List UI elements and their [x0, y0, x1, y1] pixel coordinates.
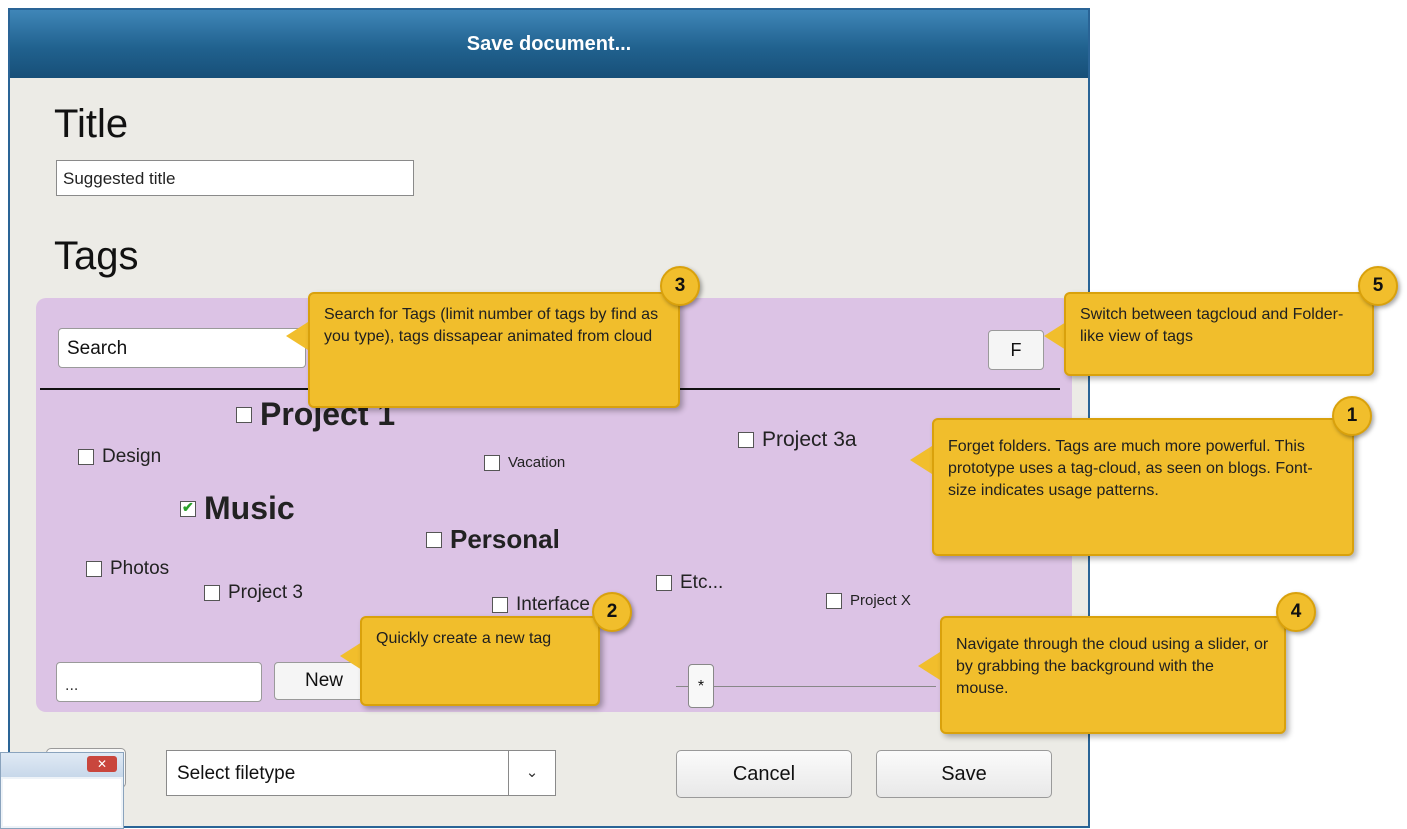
callout-pointer: [286, 322, 308, 350]
tag-interface[interactable]: Interface: [492, 594, 590, 616]
tag-search-input[interactable]: Search: [58, 328, 306, 368]
filetype-value: Select filetype: [177, 763, 296, 784]
title-heading: Title: [54, 102, 129, 146]
annotation-text: Search for Tags (limit number of tags by…: [324, 306, 659, 345]
annotation-badge-5: 5: [1358, 266, 1398, 306]
checkbox[interactable]: [426, 531, 442, 548]
tag-label: Photos: [110, 558, 170, 579]
tag-label: Project 3a: [762, 428, 857, 451]
checkbox[interactable]: [236, 406, 252, 423]
annotation-text: Navigate through the cloud using a slide…: [956, 636, 1269, 697]
tag-etc[interactable]: Etc...: [656, 572, 723, 594]
tag-project-3[interactable]: Project 3: [204, 582, 303, 604]
new-tag-input[interactable]: ...: [56, 662, 262, 702]
cloud-slider-thumb[interactable]: *: [688, 664, 714, 708]
checkbox[interactable]: [86, 561, 102, 577]
annotation-badge-2: 2: [592, 592, 632, 632]
checkbox[interactable]: [484, 454, 500, 471]
tag-label: Etc...: [680, 572, 724, 593]
close-icon[interactable]: ✕: [87, 756, 117, 772]
tag-music[interactable]: Music: [180, 490, 295, 527]
checkbox[interactable]: [826, 592, 842, 609]
annotation-badge-4: 4: [1276, 592, 1316, 632]
checkbox[interactable]: [656, 575, 672, 591]
tags-heading: Tags: [54, 234, 139, 278]
callout-pointer: [340, 642, 362, 670]
annotation-3: Search for Tags (limit number of tags by…: [308, 292, 680, 408]
checkbox[interactable]: [78, 449, 94, 465]
tag-personal[interactable]: Personal: [426, 524, 560, 555]
checkbox[interactable]: [204, 585, 220, 601]
tag-label: Interface: [516, 594, 590, 615]
checkbox[interactable]: [492, 597, 508, 613]
checkbox[interactable]: [738, 432, 754, 448]
background-window: ✕: [0, 752, 124, 829]
tag-label: Music: [204, 490, 295, 526]
checkbox-checked[interactable]: [180, 499, 196, 517]
annotation-text: Switch between tagcloud and Folder-like …: [1080, 306, 1344, 345]
chevron-down-icon[interactable]: ⌄: [508, 751, 555, 795]
background-window-titlebar: ✕: [1, 753, 123, 777]
tag-label: Vacation: [508, 454, 566, 471]
callout-pointer: [918, 652, 940, 680]
annotation-4: Navigate through the cloud using a slide…: [940, 616, 1286, 734]
annotation-5: Switch between tagcloud and Folder-like …: [1064, 292, 1374, 376]
tag-label: Project 3: [228, 582, 303, 603]
tag-photos[interactable]: Photos: [86, 558, 169, 580]
filetype-select[interactable]: Select filetype ⌄: [166, 750, 556, 796]
tag-design[interactable]: Design: [78, 446, 161, 468]
annotation-text: Quickly create a new tag: [376, 630, 552, 647]
tag-project-3a[interactable]: Project 3a: [738, 428, 857, 452]
cloud-slider-track[interactable]: [676, 686, 936, 687]
callout-pointer: [910, 446, 932, 474]
cancel-button[interactable]: Cancel: [676, 750, 852, 798]
annotation-1: Forget folders. Tags are much more power…: [932, 418, 1354, 556]
callout-pointer: [1044, 322, 1066, 350]
view-toggle-button[interactable]: F: [988, 330, 1044, 370]
tag-label: Project X: [850, 592, 911, 609]
tag-label: Personal: [450, 524, 560, 554]
title-input[interactable]: Suggested title: [56, 160, 414, 196]
annotation-badge-3: 3: [660, 266, 700, 306]
save-button[interactable]: Save: [876, 750, 1052, 798]
dialog-titlebar: Save document...: [10, 10, 1088, 78]
background-window-body: [3, 779, 121, 826]
annotation-2: Quickly create a new tag: [360, 616, 600, 706]
tag-project-x[interactable]: Project X: [826, 592, 911, 609]
tag-vacation[interactable]: Vacation: [484, 454, 565, 471]
tag-label: Design: [102, 446, 162, 467]
annotation-badge-1: 1: [1332, 396, 1372, 436]
annotation-text: Forget folders. Tags are much more power…: [948, 438, 1313, 499]
